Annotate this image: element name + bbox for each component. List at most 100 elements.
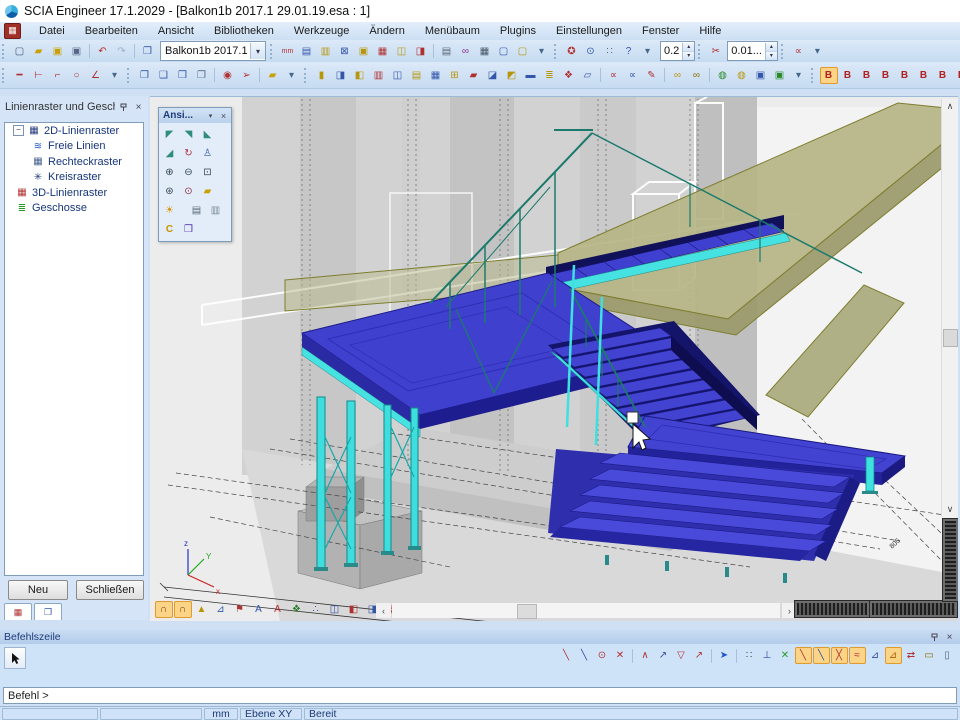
paste-special-icon[interactable]: ❒ [174,67,192,84]
scroll-down-icon[interactable]: ∨ [942,502,958,517]
horizontal-scrollbar-thumb[interactable] [517,604,537,619]
surface-display-icon[interactable]: ◧ [345,601,363,618]
snap-line-mid-icon[interactable]: ╲ [576,647,593,664]
snap-line-icon[interactable]: ╲ [558,647,575,664]
pin-icon[interactable] [117,101,130,114]
menu-men-baum[interactable]: Menübaum [415,23,490,39]
snap-off-icon[interactable]: ✕ [777,647,794,664]
snap-percentage-icon[interactable]: ≈ [849,647,866,664]
labels-on-icon[interactable]: A [250,601,268,618]
xml-io-icon[interactable]: ⊠ [336,43,354,60]
vertical-scrollbar-thumb[interactable] [943,329,958,347]
menu-plugins[interactable]: Plugins [490,23,546,39]
shell-icon[interactable]: ▰ [465,67,483,84]
magnet-plane-snap-icon[interactable]: ∩ [174,601,192,618]
line-icon[interactable]: ━ [11,67,29,84]
snap-arc-icon[interactable]: ⇄ [903,647,920,664]
menu-fenster[interactable]: Fenster [632,23,689,39]
storey-dimension-icon[interactable]: ⌐ [49,67,67,84]
select-by-property-icon[interactable]: B [877,67,895,84]
tree-item-freie-linien[interactable]: ≋Freie Linien [5,139,143,155]
horizontal-scrollbar[interactable] [392,603,780,618]
project-combo[interactable]: Balkon1b 2017.1 2 ▾ [160,41,266,61]
3d-model-canvas[interactable]: 6400 805 [150,97,958,621]
internal-edge-icon[interactable]: ≣ [541,67,559,84]
redo-icon[interactable]: ↷ [113,43,131,60]
units-icon[interactable]: mm [279,43,297,60]
rotate-view-icon[interactable]: ↻ [180,145,197,162]
new-window-icon[interactable]: ❐ [139,43,157,60]
multicopy-icon[interactable]: ▣ [771,67,789,84]
working-plane-icon[interactable]: ⊿ [212,601,230,618]
cursor-step-icon[interactable]: ✂ [707,43,725,60]
close-icon[interactable]: × [132,101,145,114]
chevron-down-icon[interactable]: ▾ [205,110,216,121]
snap-direction-icon[interactable]: ↗ [655,647,672,664]
scroll-up-icon[interactable]: ∧ [942,99,958,114]
menu--ndern[interactable]: Ändern [359,23,414,39]
zoom-in-icon[interactable]: ⊕ [161,164,178,181]
windows-panel-tab[interactable]: ❐ [34,603,62,620]
snap-endpoint-icon[interactable]: ╲ [795,647,812,664]
subregion-icon[interactable]: ◩ [503,67,521,84]
snap-ruler-icon[interactable]: ▭ [921,647,938,664]
window-duplicate-icon[interactable]: ❐ [193,67,211,84]
tree-item-3d-linienraster[interactable]: ▦3D-Linienraster [5,185,143,201]
menu-einstellungen[interactable]: Einstellungen [546,23,632,39]
snap-plane-icon[interactable]: ▽ [673,647,690,664]
table-composer-icon[interactable]: ◨ [412,43,430,60]
check-structure-icon[interactable]: ∞ [669,67,687,84]
save-picture-icon[interactable]: ▤ [188,202,205,219]
render-mode-icon[interactable]: ◫ [326,601,344,618]
menu-werkzeuge[interactable]: Werkzeuge [284,23,359,39]
overflow-chevron-icon[interactable]: ▾ [639,43,657,60]
status-working-plane[interactable]: Ebene XY [240,708,302,720]
quick-info-icon[interactable]: ? [620,43,638,60]
spinner-down-icon[interactable]: ▾ [766,51,777,60]
application-menu-icon[interactable]: ▦ [4,23,21,39]
select-by-node-icon[interactable]: B [839,67,857,84]
combo-dropdown-icon[interactable]: ▾ [250,43,265,59]
node-dimension-icon[interactable]: ⊢ [30,67,48,84]
angle-icon[interactable]: ∠ [87,67,105,84]
snap-last-icon[interactable]: ▯ [939,647,956,664]
visibility-icon[interactable]: ◉ [219,67,237,84]
spinner-down-icon[interactable]: ▾ [683,51,694,60]
overflow-chevron-icon[interactable]: ▾ [283,67,301,84]
snap-circle-icon[interactable]: ⊙ [594,647,611,664]
check-data-icon[interactable]: ∞ [688,67,706,84]
member-column-icon[interactable]: ▮ [313,67,331,84]
cursor-select-icon[interactable]: ➤ [716,647,733,664]
load-panel-icon[interactable]: ◪ [484,67,502,84]
snap-step-spinner[interactable]: 0.2 ▴▾ [660,41,695,61]
member-beam-icon[interactable]: ◨ [332,67,350,84]
disconnect-members-icon[interactable]: ∝ [624,67,642,84]
command-input[interactable] [3,687,957,704]
save-project-icon[interactable]: ▣ [49,43,67,60]
save-all-icon[interactable]: ▣ [68,43,86,60]
spinner-up-icon[interactable]: ▴ [683,43,694,51]
free-node-icon[interactable]: ▱ [579,67,597,84]
mesh-setup-icon[interactable]: ▦ [374,43,392,60]
snap-vertex-icon[interactable]: ∧ [637,647,654,664]
paste-picture-icon[interactable]: ❑ [155,67,173,84]
dot-grid-icon[interactable]: ∷ [601,43,619,60]
member-haunch-icon[interactable]: ▥ [370,67,388,84]
engineering-report-icon[interactable]: ◫ [393,43,411,60]
open-project-icon[interactable]: ▰ [30,43,48,60]
internal-node-icon[interactable]: ❖ [560,67,578,84]
tree-item-kreisraster[interactable]: ✳Kreisraster [5,170,143,186]
deselect-icon[interactable]: B [934,67,952,84]
circle-icon[interactable]: ○ [68,67,86,84]
new-button[interactable]: Neu [8,580,68,600]
navigate-view-icon[interactable]: ♙ [199,145,216,162]
invert-selection-icon[interactable]: B [953,67,960,84]
select-by-beam-icon[interactable]: B [820,67,838,84]
wall-icon[interactable]: ⊞ [446,67,464,84]
accelerators-icon[interactable]: ✪ [563,43,581,60]
menu-datei[interactable]: Datei [29,23,75,39]
labels-off-icon[interactable]: A [269,601,287,618]
scroll-left-icon[interactable]: ‹ [376,603,391,618]
copy-icon[interactable]: ▣ [752,67,770,84]
zoom-selection-icon[interactable]: ⊙ [180,183,197,200]
